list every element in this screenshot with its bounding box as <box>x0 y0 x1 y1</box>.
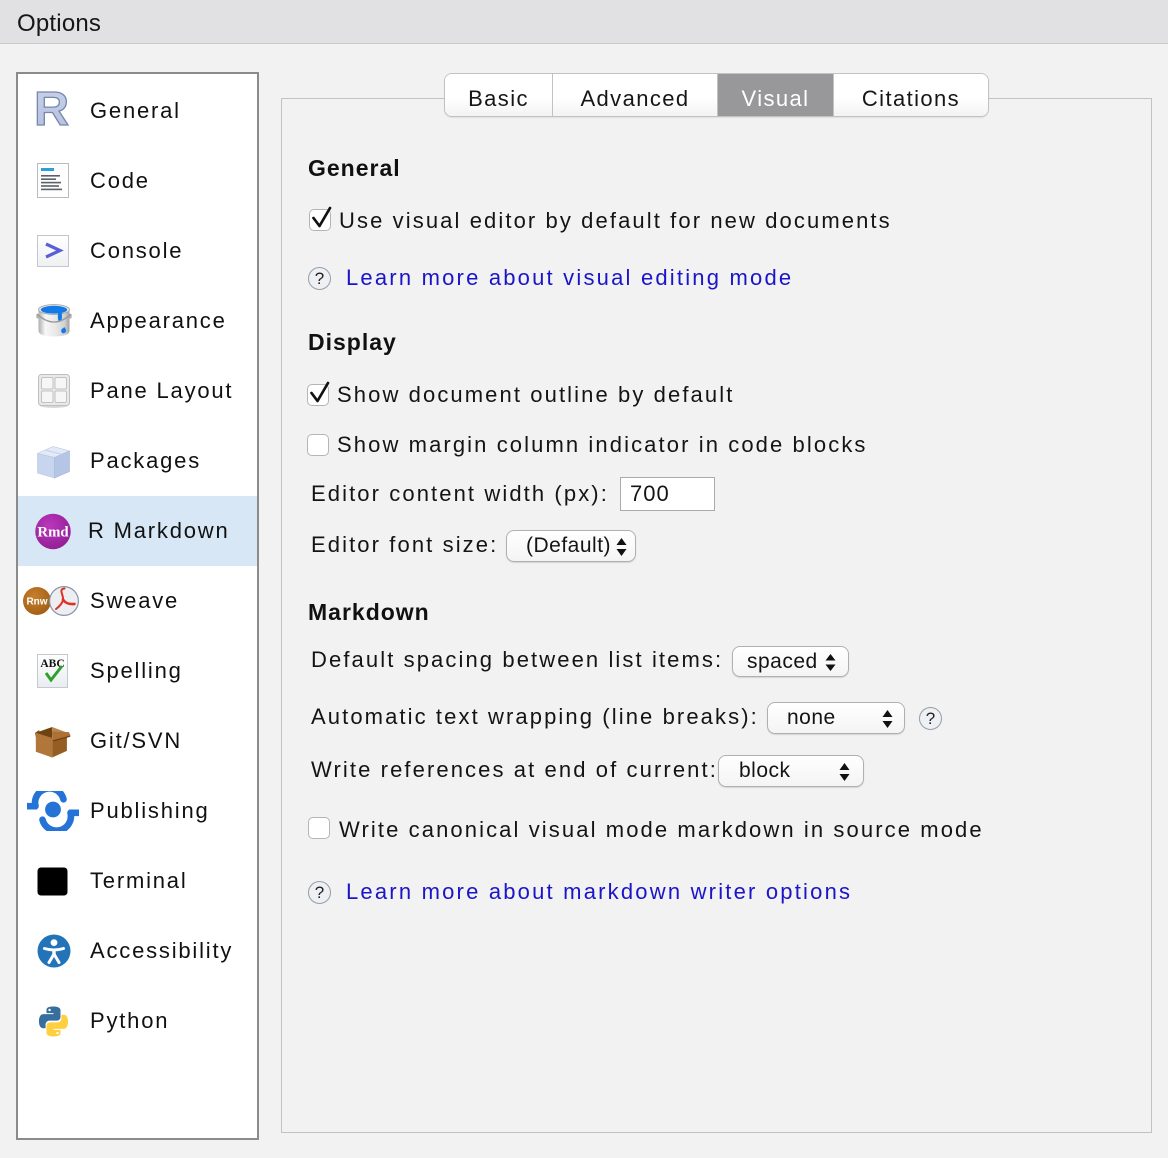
svg-text:R: R <box>36 91 69 131</box>
svg-text:Rnw: Rnw <box>26 597 47 608</box>
svg-text:Rmd: Rmd <box>37 524 69 540</box>
